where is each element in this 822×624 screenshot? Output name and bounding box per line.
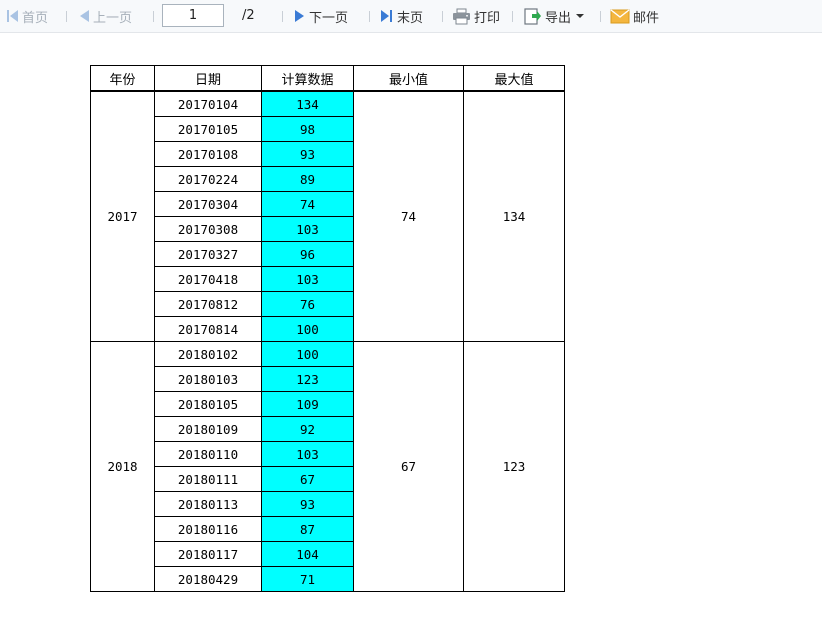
value-cell: 67 [261, 466, 354, 492]
date-cell: 20180429 [154, 566, 262, 592]
value-cell: 103 [261, 441, 354, 467]
value-cell: 98 [261, 116, 354, 142]
value-cell: 100 [261, 316, 354, 342]
header-min: 最小值 [353, 65, 464, 92]
date-cell: 20180105 [154, 391, 262, 417]
value-cell: 74 [261, 191, 354, 217]
max-cell: 134 [463, 90, 565, 342]
value-cell: 92 [261, 416, 354, 442]
max-cell: 123 [463, 341, 565, 592]
table-row: 2018 20180102 100 67 123 [90, 341, 565, 592]
min-cell: 67 [353, 341, 464, 592]
table-header-row: 年份 日期 计算数据 最小值 最大值 [90, 65, 565, 92]
year-cell: 2018 [90, 341, 155, 592]
print-label: 打印 [474, 10, 501, 26]
printer-icon [453, 8, 470, 24]
next-page-button[interactable]: 下一页 [294, 6, 348, 26]
value-cell: 123 [261, 366, 354, 392]
table-row: 2017 20170104 134 74 134 [90, 90, 565, 342]
date-cell: 20180109 [154, 416, 262, 442]
date-cell: 20180102 [154, 341, 262, 367]
first-page-icon [7, 10, 18, 22]
prev-page-icon [80, 10, 89, 22]
value-cell: 103 [261, 266, 354, 292]
mail-button[interactable]: 邮件 [610, 6, 659, 26]
date-cell: 20170104 [154, 90, 262, 117]
next-page-label: 下一页 [309, 10, 349, 26]
page-number-input[interactable] [162, 4, 224, 27]
date-cell: 20170224 [154, 166, 262, 192]
year-cell: 2017 [90, 90, 155, 342]
value-cell: 109 [261, 391, 354, 417]
date-cell: 20180116 [154, 516, 262, 542]
toolbar-separator [442, 11, 443, 22]
toolbar-separator [153, 11, 154, 22]
date-cell: 20170327 [154, 241, 262, 267]
value-cell: 96 [261, 241, 354, 267]
value-cell: 103 [261, 216, 354, 242]
value-cell: 134 [261, 90, 354, 117]
date-cell: 20170812 [154, 291, 262, 317]
value-cell: 76 [261, 291, 354, 317]
export-label: 导出 [545, 10, 572, 26]
mail-label: 邮件 [633, 10, 660, 26]
date-cell: 20180103 [154, 366, 262, 392]
header-max: 最大值 [463, 65, 565, 92]
date-cell: 20170304 [154, 191, 262, 217]
total-pages: /2 [242, 8, 255, 23]
first-page-label: 首页 [22, 10, 49, 26]
export-icon [524, 8, 541, 25]
date-cell: 20180113 [154, 491, 262, 517]
toolbar-separator [282, 11, 283, 22]
value-cell: 93 [261, 141, 354, 167]
last-page-icon [381, 10, 392, 22]
date-cell: 20170814 [154, 316, 262, 342]
date-cell: 20170418 [154, 266, 262, 292]
export-button[interactable]: 导出 [524, 6, 585, 26]
date-cell: 20180111 [154, 466, 262, 492]
date-cell: 20170105 [154, 116, 262, 142]
value-cell: 104 [261, 541, 354, 567]
mail-icon [610, 8, 630, 23]
header-value: 计算数据 [261, 65, 354, 92]
toolbar-separator [66, 11, 67, 22]
table-body: 2017 20170104 134 74 134 20170105 98 20170108 93… [90, 90, 565, 592]
date-cell: 20180110 [154, 441, 262, 467]
chevron-down-icon [576, 14, 585, 18]
header-year: 年份 [90, 65, 155, 92]
value-cell: 89 [261, 166, 354, 192]
toolbar-separator [512, 11, 513, 22]
prev-page-button[interactable]: 上一页 [78, 6, 132, 26]
report-table: 年份 日期 计算数据 最小值 最大值 2017 20170104 134 74 134 2… [90, 65, 565, 592]
value-cell: 100 [261, 341, 354, 367]
last-page-button[interactable]: 末页 [380, 6, 423, 26]
toolbar-separator [369, 11, 370, 22]
print-button[interactable]: 打印 [452, 6, 500, 26]
toolbar-separator [600, 11, 601, 22]
min-cell: 74 [353, 90, 464, 342]
date-cell: 20180117 [154, 541, 262, 567]
next-page-icon [295, 10, 304, 22]
last-page-label: 末页 [397, 10, 424, 26]
value-cell: 93 [261, 491, 354, 517]
value-cell: 71 [261, 566, 354, 592]
date-cell: 20170108 [154, 141, 262, 167]
first-page-button[interactable]: 首页 [6, 6, 48, 26]
prev-page-label: 上一页 [93, 10, 133, 26]
value-cell: 87 [261, 516, 354, 542]
header-date: 日期 [154, 65, 262, 92]
date-cell: 20170308 [154, 216, 262, 242]
report-toolbar: 首页 上一页 /2 下一页 末页 打印 [0, 0, 822, 33]
